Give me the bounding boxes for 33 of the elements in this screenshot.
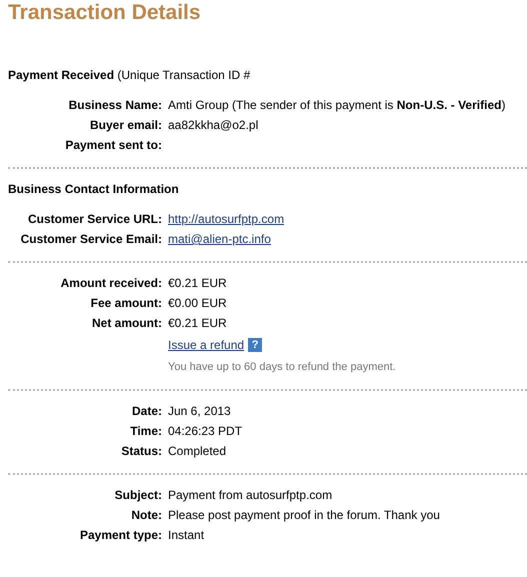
refund-note: You have up to 60 days to refund the payment. <box>168 360 396 375</box>
field-value: Completed <box>168 444 226 458</box>
field-label: Date: <box>132 404 162 418</box>
field-value: aa82kkha@o2.pl <box>168 118 258 132</box>
field-value: €0.21 EUR <box>168 276 227 290</box>
field-value: Jun 6, 2013 <box>168 404 231 418</box>
field-value: Amti Group (The sender of this payment is Non-U.S. - Verified) <box>168 98 506 112</box>
field-value: Please post payment proof in the forum. Thank you <box>168 508 440 522</box>
field-value: Payment from autosurfptp.com <box>168 488 332 502</box>
field-label: Amount received: <box>60 276 162 290</box>
help-icon[interactable]: ? <box>248 338 262 352</box>
field-label: Status: <box>121 444 162 458</box>
field-value: Instant <box>168 528 204 542</box>
field-label: Business Name: <box>68 98 162 112</box>
field-label: Note: <box>131 508 162 522</box>
section-heading: Payment Received (Unique Transaction ID # <box>8 67 252 83</box>
field-label: Fee amount: <box>90 296 162 310</box>
field-value: 04:26:23 PDT <box>168 424 242 438</box>
page-title: Transaction Details <box>8 0 202 25</box>
field-label: Buyer email: <box>90 118 162 132</box>
field-value: €0.00 EUR <box>168 296 227 310</box>
field-label: Payment type: <box>80 528 162 542</box>
field-label: Subject: <box>114 488 162 502</box>
field-label: Customer Service URL: <box>28 212 162 226</box>
field-label: Net amount: <box>92 316 162 330</box>
field-label: Payment sent to: <box>65 138 162 152</box>
field-value: €0.21 EUR <box>168 316 227 330</box>
field-label: Time: <box>130 424 162 438</box>
refund-link[interactable]: Issue a refund <box>168 337 244 353</box>
link[interactable]: mati@alien-ptc.info <box>168 232 271 246</box>
section-heading: Business Contact Information <box>8 181 180 197</box>
field-label: Customer Service Email: <box>20 232 162 246</box>
link[interactable]: http://autosurfptp.com <box>168 212 284 226</box>
